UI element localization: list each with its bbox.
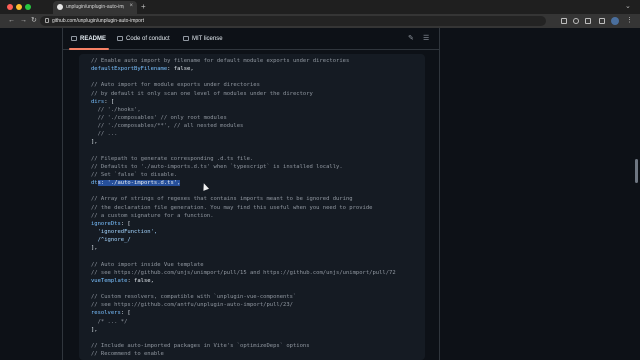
code-line: // see https://github.com/unjs/unimport/…: [91, 269, 396, 276]
code-line: // Auto import for module exports under …: [91, 82, 260, 89]
code-line: ],: [91, 326, 98, 333]
code-line: // see https://github.com/antfu/unplugin…: [91, 302, 293, 309]
new-tab-button[interactable]: +: [141, 1, 146, 12]
github-page: README Code of conduct MIT license ✎ ☰ /…: [0, 28, 640, 360]
code-line: // './composables' // only root modules: [91, 114, 227, 121]
extensions-icon[interactable]: [585, 18, 591, 24]
code-line: ],: [91, 245, 98, 252]
site-info-icon[interactable]: [45, 18, 49, 23]
code-line: // Include auto-imported packages in Vit…: [91, 342, 310, 349]
code-line: // Custom resolvers, compatible with `un…: [91, 294, 297, 301]
heart-icon: [117, 36, 123, 41]
readme-panel: README Code of conduct MIT license ✎ ☰ /…: [62, 28, 440, 360]
book-icon: [71, 36, 77, 41]
back-button[interactable]: ←: [8, 15, 15, 27]
code-line: // './composables/**', // all nested mod…: [91, 123, 244, 130]
browser-menu-icon[interactable]: ⋮: [626, 15, 633, 27]
tab-license[interactable]: MIT license: [183, 35, 223, 43]
edit-icon[interactable]: ✎: [408, 35, 414, 43]
code-line: // Enable auto import by filename for de…: [91, 58, 350, 64]
cast-icon[interactable]: [561, 18, 567, 24]
tab-readme[interactable]: README: [71, 35, 106, 43]
code-line: dts: './auto-imports.d.ts',: [91, 180, 181, 187]
code-block[interactable]: // Enable auto import by filename for de…: [79, 54, 425, 360]
code-line: // ...: [91, 131, 118, 138]
code-line: ignoreDts: [: [91, 220, 131, 227]
code-line: 'ignoredFunction',: [91, 228, 158, 235]
code-line: ],: [91, 139, 98, 146]
code-line: // Defaults to './auto-imports.d.ts' whe…: [91, 163, 343, 170]
code-line: // the declaration file generation. You …: [91, 204, 373, 211]
code-line: /* ... */: [91, 318, 128, 325]
browser-tab-active[interactable]: unplugin/unplugin-auto-impo ×: [53, 1, 137, 14]
code-line: resolvers: [: [91, 310, 131, 317]
active-tab-indicator: [69, 48, 109, 50]
code-line: // by default it only scan one level of …: [91, 90, 313, 97]
code-line: // Array of strings of regexes that cont…: [91, 196, 353, 203]
forward-button[interactable]: →: [20, 15, 27, 27]
tab-title: unplugin/unplugin-auto-impo: [66, 4, 124, 10]
tab-bar: unplugin/unplugin-auto-impo × + ⌄: [0, 0, 640, 14]
maximize-window-button[interactable]: [25, 4, 31, 10]
tab-code-of-conduct[interactable]: Code of conduct: [117, 35, 170, 43]
minimize-window-button[interactable]: [16, 4, 22, 10]
address-url[interactable]: github.com/unplugin/unplugin-auto-import: [52, 17, 144, 25]
profile-avatar[interactable]: [611, 17, 619, 25]
browser-toolbar: ← → ↻ github.com/unplugin/unplugin-auto-…: [0, 14, 640, 28]
code-line: // './hooks',: [91, 106, 141, 113]
scale-icon: [183, 36, 189, 41]
tab-readme-label: README: [80, 36, 107, 42]
scrollbar-thumb[interactable]: [635, 159, 638, 183]
github-icon: [57, 4, 63, 10]
code-line: vueTemplate: false,: [91, 277, 154, 284]
close-window-button[interactable]: [7, 4, 13, 10]
code-line: defaultExportByFilename: false,: [91, 66, 194, 73]
browser-window: unplugin/unplugin-auto-impo × + ⌄ ← → ↻ …: [0, 0, 640, 360]
reload-button[interactable]: ↻: [31, 15, 37, 27]
code-line: // Filepath to generate corresponding .d…: [91, 155, 254, 162]
code-line: dirs: [: [91, 98, 115, 105]
download-icon[interactable]: [573, 18, 579, 24]
code-line: // Recommend to enable: [91, 351, 164, 358]
tab-close-icon[interactable]: ×: [129, 2, 133, 11]
address-bar[interactable]: github.com/unplugin/unplugin-auto-import: [40, 16, 546, 26]
page-scrollbar[interactable]: [634, 28, 639, 360]
outline-icon[interactable]: ☰: [423, 35, 429, 43]
tab-license-label: MIT license: [192, 36, 223, 42]
code-content[interactable]: // Enable auto import by filename for de…: [91, 57, 396, 358]
sidebar-icon[interactable]: [599, 18, 605, 24]
code-line: /^ignore_/: [91, 237, 131, 244]
code-line: // Set `false` to disable.: [91, 171, 178, 178]
readme-tab-bar: README Code of conduct MIT license ✎ ☰: [63, 28, 439, 50]
tab-code-of-conduct-label: Code of conduct: [126, 36, 170, 42]
tab-list-chevron-icon[interactable]: ⌄: [625, 1, 631, 12]
code-line: // a custom signature for a function.: [91, 212, 214, 219]
code-line: // Auto import inside Vue template: [91, 261, 204, 268]
